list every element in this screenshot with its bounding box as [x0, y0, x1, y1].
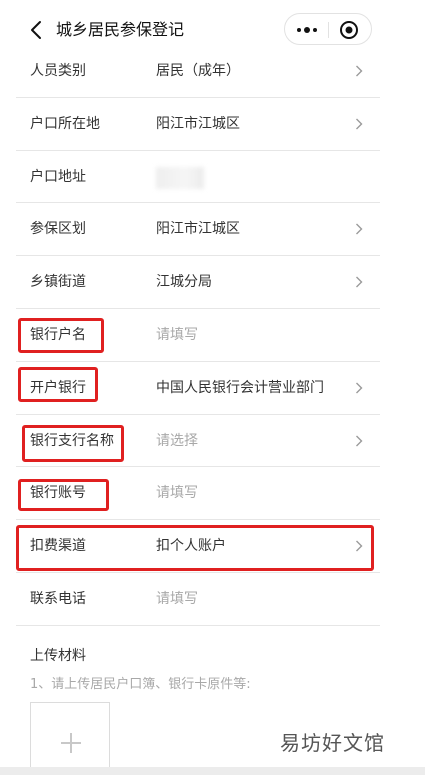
highlight-opening-bank [18, 367, 98, 402]
form-row-label: 参保区划 [30, 221, 86, 238]
form-row-value[interactable]: 阳江市江城区 [156, 203, 240, 255]
chevron-right-icon [356, 65, 363, 77]
plus-icon [61, 733, 81, 753]
more-dots-icon[interactable] [294, 22, 320, 38]
highlight-bank-account-number [18, 479, 109, 511]
form-row-value[interactable]: 居民（成年） [156, 45, 240, 97]
form-row[interactable]: 人员类别 居民（成年） [16, 45, 380, 98]
chevron-right-icon [356, 118, 363, 130]
form-row-input[interactable]: 请填写 [156, 467, 198, 519]
chevron-right-icon [356, 382, 363, 394]
chevron-left-icon[interactable] [26, 19, 48, 41]
form-row-label: 人员类别 [30, 63, 86, 79]
chevron-right-icon [356, 276, 363, 288]
form-row-label: 户口所在地 [30, 115, 100, 132]
highlight-bank-branch [22, 425, 124, 462]
form-row-input[interactable]: 请填写 [156, 573, 198, 625]
form-row-value[interactable]: 江城分局 [156, 256, 212, 308]
bottom-strip [0, 767, 425, 775]
form-row-value[interactable]: 阳江市江城区 [156, 98, 240, 150]
form-row[interactable]: 参保区划 阳江市江城区 [16, 203, 380, 257]
watermark: 易坊好文馆 [280, 731, 385, 755]
form-row[interactable]: 联系电话 请填写 [16, 573, 380, 626]
highlight-deduction-channel [16, 525, 374, 571]
redacted-value [156, 166, 204, 189]
form-row[interactable]: 户口地址 [16, 151, 380, 204]
form-row-label: 乡镇街道 [30, 274, 86, 291]
page-title: 城乡居民参保登记 [56, 20, 185, 39]
mini-program-capsule [284, 13, 372, 45]
highlight-bank-account-name [18, 318, 104, 353]
form-row-label: 户口地址 [30, 168, 86, 185]
form-row-label: 联系电话 [30, 590, 86, 607]
upload-button[interactable] [30, 702, 110, 775]
form-row[interactable]: 户口所在地 阳江市江城区 [16, 98, 380, 151]
form-row-input[interactable]: 请选择 [156, 415, 198, 467]
upload-hint: 1、请上传居民户口簿、银行卡原件等: [30, 677, 251, 692]
capsule-divider [328, 22, 329, 38]
form-row-input[interactable]: 请填写 [156, 309, 198, 361]
chevron-right-icon [356, 435, 363, 447]
upload-section-title: 上传材料 [30, 648, 86, 664]
form-row[interactable]: 乡镇街道 江城分局 [16, 256, 380, 309]
form-row-value[interactable]: 中国人民银行会计营业部门 [156, 362, 324, 414]
target-circle-icon[interactable] [339, 20, 359, 40]
chevron-right-icon [356, 223, 363, 235]
